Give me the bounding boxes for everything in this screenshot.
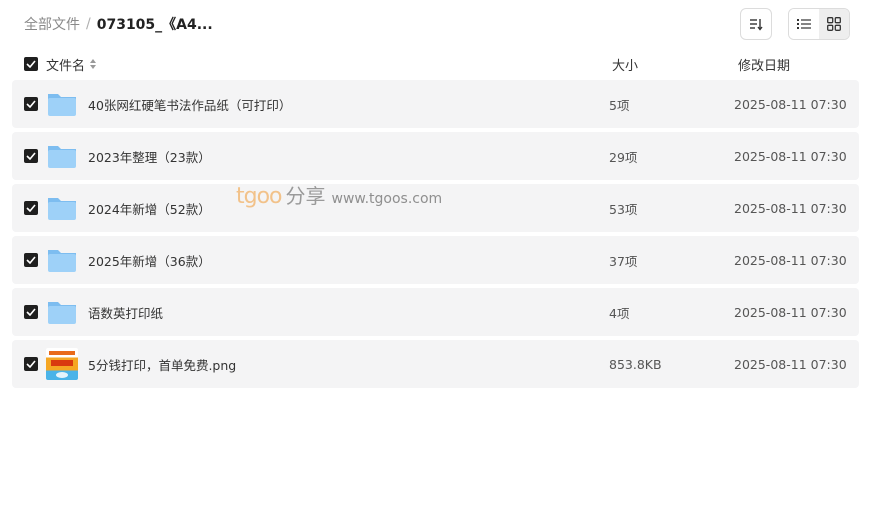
- file-name[interactable]: 5分钱打印，首单免费.png: [88, 355, 236, 374]
- check-icon: [26, 152, 36, 160]
- folder-icon: [48, 198, 76, 220]
- breadcrumb-separator: /: [86, 16, 91, 32]
- row-checkbox[interactable]: [24, 305, 38, 319]
- file-size: 5项: [609, 97, 630, 113]
- file-size: 37项: [609, 253, 638, 269]
- file-row[interactable]: 语数英打印纸 4项 2025-08-11 07:30: [12, 288, 859, 336]
- file-name[interactable]: 2024年新增（52款）: [88, 199, 211, 218]
- modified-column-header[interactable]: 修改日期: [738, 55, 790, 74]
- check-icon: [26, 308, 36, 316]
- file-size: 29项: [609, 149, 638, 165]
- row-checkbox[interactable]: [24, 201, 38, 215]
- size-column-header[interactable]: 大小: [612, 55, 638, 74]
- row-checkbox[interactable]: [24, 149, 38, 163]
- file-date: 2025-08-11 07:30: [734, 148, 847, 164]
- folder-icon: [48, 146, 76, 168]
- breadcrumb-current: 073105_《A4...: [96, 17, 213, 33]
- file-size: 4项: [609, 305, 630, 321]
- sort-icon: [750, 19, 763, 31]
- file-name[interactable]: 语数英打印纸: [88, 303, 163, 322]
- check-icon: [26, 360, 36, 368]
- breadcrumb: 全部文件 / 073105_《A4...: [24, 14, 213, 34]
- file-row[interactable]: 2025年新增（36款） 37项 2025-08-11 07:30: [12, 236, 859, 284]
- table-header: 文件名 大小 修改日期: [12, 50, 859, 78]
- file-date: 2025-08-11 07:30: [734, 356, 847, 372]
- sort-toggle-icon: [90, 59, 97, 69]
- folder-icon: [48, 302, 76, 324]
- file-date: 2025-08-11 07:30: [734, 96, 847, 112]
- row-checkbox[interactable]: [24, 253, 38, 267]
- view-mode-switch: [788, 8, 850, 40]
- check-icon: [26, 256, 36, 264]
- file-size: 853.8KB: [609, 356, 662, 372]
- file-name[interactable]: 2023年整理（23款）: [88, 147, 211, 166]
- name-column-header[interactable]: 文件名: [46, 55, 97, 74]
- folder-icon: [48, 94, 76, 116]
- check-icon: [26, 100, 36, 108]
- file-size: 53项: [609, 201, 638, 217]
- file-date: 2025-08-11 07:30: [734, 304, 847, 320]
- file-name[interactable]: 40张网红硬笔书法作品纸（可打印）: [88, 95, 291, 114]
- file-row[interactable]: 5分钱打印，首单免费.png 853.8KB 2025-08-11 07:30: [12, 340, 859, 388]
- file-row[interactable]: 40张网红硬笔书法作品纸（可打印） 5项 2025-08-11 07:30: [12, 80, 859, 128]
- file-date: 2025-08-11 07:30: [734, 200, 847, 216]
- breadcrumb-root-link[interactable]: 全部文件: [24, 14, 80, 34]
- select-all-checkbox[interactable]: [24, 57, 38, 71]
- row-checkbox[interactable]: [24, 357, 38, 371]
- file-row[interactable]: 2023年整理（23款） 29项 2025-08-11 07:30: [12, 132, 859, 180]
- view-toolbar: [740, 8, 850, 40]
- row-checkbox[interactable]: [24, 97, 38, 111]
- list-view-button[interactable]: [789, 9, 819, 39]
- folder-icon: [48, 250, 76, 272]
- file-name[interactable]: 2025年新增（36款）: [88, 251, 211, 270]
- sort-button[interactable]: [740, 8, 772, 40]
- check-icon: [26, 204, 36, 212]
- file-row[interactable]: 2024年新增（52款） 53项 2025-08-11 07:30: [12, 184, 859, 232]
- name-column-label: 文件名: [46, 58, 86, 74]
- grid-view-icon: [827, 17, 841, 31]
- file-date: 2025-08-11 07:30: [734, 252, 847, 268]
- image-thumbnail: [46, 348, 78, 380]
- list-view-icon: [797, 19, 811, 29]
- check-icon: [26, 60, 36, 68]
- grid-view-button[interactable]: [819, 9, 849, 39]
- file-list: 40张网红硬笔书法作品纸（可打印） 5项 2025-08-11 07:30 20…: [12, 80, 859, 392]
